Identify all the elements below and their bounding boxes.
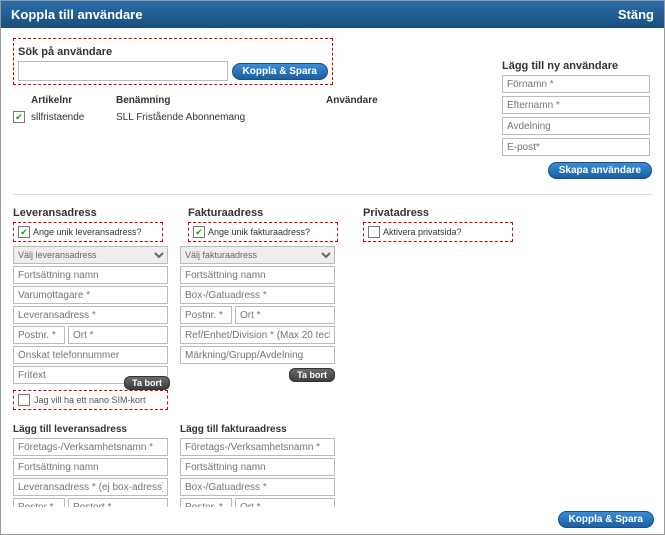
lev-ort[interactable]: [68, 326, 168, 344]
fak-postnr[interactable]: [180, 306, 232, 324]
fak-ort[interactable]: [235, 306, 335, 324]
fak-select[interactable]: Välj fakturaadress: [180, 246, 335, 264]
lev-delete-button[interactable]: Ta bort: [124, 376, 170, 390]
fak-delete-button[interactable]: Ta bort: [289, 368, 335, 382]
addlev-f1[interactable]: [13, 438, 168, 456]
priv-q: Aktivera privatsida?: [383, 227, 462, 237]
fak-f2[interactable]: [180, 286, 335, 304]
firstname-field[interactable]: [502, 75, 650, 93]
lev-address-block: Välj leveransadress Jag vill ha ett nano…: [13, 246, 168, 410]
cell-ben: SLL Fristående Abonnemang: [116, 112, 326, 123]
dialog-title: Koppla till användare: [11, 7, 142, 22]
fak-address-block: Välj fakturaadress Ta bort: [180, 246, 335, 410]
addfak-f3[interactable]: [180, 478, 335, 496]
addlev-f3[interactable]: [13, 478, 168, 496]
lev-f2[interactable]: [13, 286, 168, 304]
fak-q: Ange unik fakturaadress?: [208, 227, 310, 237]
col-artikelnr: Artikelnr: [31, 95, 116, 106]
search-input[interactable]: [18, 61, 228, 81]
search-label: Sök på användare: [18, 46, 328, 58]
addfak-postnr[interactable]: [180, 498, 232, 507]
search-save-button[interactable]: Koppla & Spara: [232, 63, 328, 80]
sim-label: Jag vill ha ett nano SIM-kort: [34, 395, 146, 405]
new-user-label: Lägg till ny användare: [502, 60, 652, 72]
fak-label: Fakturaadress: [188, 207, 338, 219]
close-link[interactable]: Stäng: [618, 7, 654, 22]
addlev-postnr[interactable]: [13, 498, 65, 507]
footer-save-button[interactable]: Koppla & Spara: [558, 511, 654, 528]
lev-f3[interactable]: [13, 306, 168, 324]
sim-checkbox[interactable]: [18, 394, 30, 406]
addfak-f2[interactable]: [180, 458, 335, 476]
col-benamning: Benämning: [116, 95, 326, 106]
cell-art: sllfristaende: [31, 112, 116, 123]
addfak-label: Lägg till fakturaadress: [180, 424, 335, 435]
fak-checkbox[interactable]: [193, 226, 205, 238]
fak-f1[interactable]: [180, 266, 335, 284]
addfak-ort[interactable]: [235, 498, 335, 507]
row-checkbox[interactable]: [13, 111, 25, 123]
lev-postnr[interactable]: [13, 326, 65, 344]
fak-f3[interactable]: [180, 326, 335, 344]
addlev-postort[interactable]: [68, 498, 168, 507]
addlev-f2[interactable]: [13, 458, 168, 476]
dept-field[interactable]: [502, 117, 650, 135]
priv-checkbox[interactable]: [368, 226, 380, 238]
email-field[interactable]: [502, 138, 650, 156]
lev-q: Ange unik leveransadress?: [33, 227, 142, 237]
create-user-button[interactable]: Skapa användare: [548, 162, 652, 179]
lev-label: Leveransadress: [13, 207, 163, 219]
lev-select[interactable]: Välj leveransadress: [13, 246, 168, 264]
addlev-label: Lägg till leveransadress: [13, 424, 168, 435]
lev-checkbox[interactable]: [18, 226, 30, 238]
lastname-field[interactable]: [502, 96, 650, 114]
lev-f4[interactable]: [13, 346, 168, 364]
fak-f4[interactable]: [180, 346, 335, 364]
addfak-f1[interactable]: [180, 438, 335, 456]
priv-label: Privatadress: [363, 207, 513, 219]
lev-f1[interactable]: [13, 266, 168, 284]
